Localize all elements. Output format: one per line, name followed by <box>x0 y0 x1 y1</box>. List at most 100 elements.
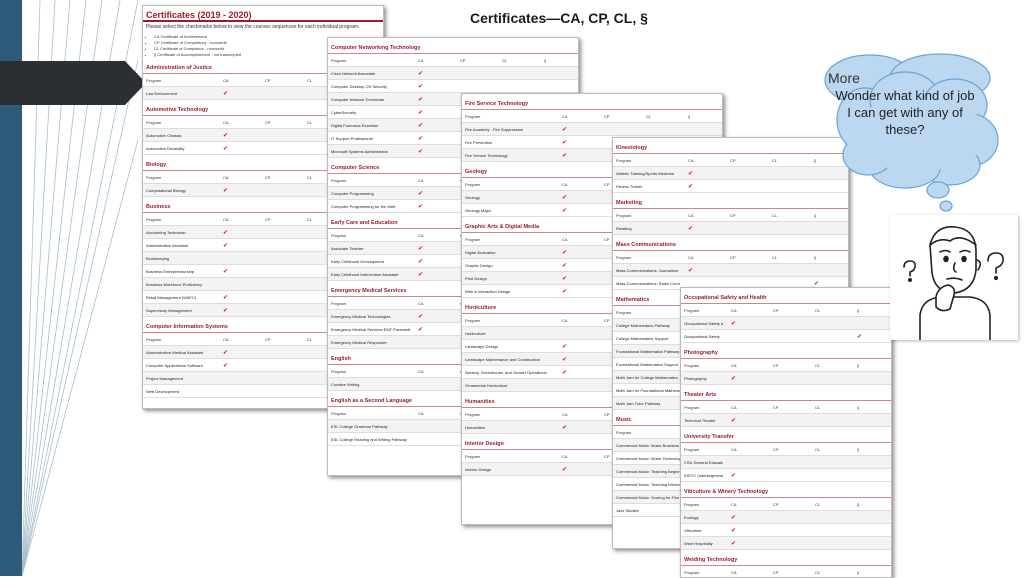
program-name-link[interactable]: Emergency Medical Services EMT Paramedic <box>328 322 410 336</box>
program-name-link[interactable]: Digital Forensics Examiner <box>328 118 410 132</box>
program-name-link[interactable]: Commercial Music: Teaching Intermediate … <box>613 477 680 491</box>
checkmark-icon[interactable]: ✔ <box>723 523 765 537</box>
program-name-link[interactable]: CyberSecurity <box>328 105 410 119</box>
program-name-link[interactable]: Mass Communications: Radio Communication… <box>613 276 680 290</box>
program-name-link[interactable]: CSU General Education Breadth <box>681 455 723 469</box>
checkmark-icon[interactable]: ✔ <box>680 166 722 180</box>
program-name-link[interactable]: ESL College Reading and Writing Pathway <box>328 432 410 446</box>
checkmark-icon[interactable]: ✔ <box>554 148 596 162</box>
program-name-link[interactable]: Enology <box>681 510 723 524</box>
checkmark-icon[interactable]: ✔ <box>554 420 596 434</box>
checkmark-icon[interactable]: ✔ <box>215 303 257 317</box>
program-name-link[interactable]: Horticulture <box>462 326 554 340</box>
program-name-link[interactable]: Interior Design <box>462 462 554 476</box>
program-name-link[interactable]: Early Childhood Intervention Assistant <box>328 267 410 281</box>
program-name-link[interactable]: Fire Academy - Fire Suppression <box>462 122 554 136</box>
program-name-link[interactable]: Emergency Medical Responder <box>328 335 410 349</box>
program-name-link[interactable]: Fire Prevention <box>462 135 554 149</box>
program-name-link[interactable]: Business Workforce Proficiency <box>143 277 215 291</box>
checkmark-icon[interactable]: ✔ <box>723 510 765 524</box>
program-name-link[interactable]: Fire Service Technology <box>462 148 554 162</box>
program-name-link[interactable]: Computer Applications Software <box>143 358 215 372</box>
checkmark-icon[interactable]: ✔ <box>554 365 596 379</box>
checkmark-icon[interactable]: ✔ <box>215 345 257 359</box>
checkmark-icon[interactable]: ✔ <box>554 190 596 204</box>
checkmark-icon[interactable]: ✔ <box>410 267 452 281</box>
program-name-link[interactable]: Early Childhood Development <box>328 254 410 268</box>
program-name-link[interactable]: IT Support Professional <box>328 131 410 145</box>
checkmark-icon[interactable]: ✔ <box>554 245 596 259</box>
program-name-link[interactable]: Math Jam Tutor Pathway <box>613 396 680 410</box>
program-name-link[interactable]: Nursery, Greenhouse, and Grower Operatio… <box>462 365 554 379</box>
program-name-link[interactable]: Retail Management (WAFC) <box>143 290 215 304</box>
program-name-link[interactable]: Business Entrepreneurship <box>143 264 215 278</box>
checkmark-icon[interactable]: ✔ <box>215 141 257 155</box>
program-name-link[interactable]: Mass Communications: Journalism <box>613 263 680 277</box>
checkmark-icon[interactable]: ✔ <box>554 122 596 136</box>
checkmark-icon[interactable]: ✔ <box>215 358 257 372</box>
checkmark-icon[interactable]: ✔ <box>410 322 452 336</box>
checkmark-icon[interactable]: ✔ <box>554 284 596 298</box>
checkmark-icon[interactable]: ✔ <box>215 238 257 252</box>
program-name-link[interactable]: College Mathematics Support <box>613 331 680 345</box>
checkmark-icon[interactable]: ✔ <box>410 254 452 268</box>
program-name-link[interactable]: Commercial Music: Music Technology Funda… <box>613 451 680 465</box>
checkmark-icon[interactable]: ✔ <box>849 329 891 343</box>
checkmark-icon[interactable]: ✔ <box>215 183 257 197</box>
program-name-link[interactable]: Math Jam for College Mathematics <box>613 370 680 384</box>
program-name-link[interactable]: Automotive Chassis <box>143 128 215 142</box>
checkmark-icon[interactable]: ✔ <box>554 462 596 476</box>
program-name-link[interactable]: IGETC (Intersegmental General Education … <box>681 468 723 482</box>
checkmark-icon[interactable]: ✔ <box>410 199 452 213</box>
program-name-link[interactable]: ESL College Grammar Pathway <box>328 419 410 433</box>
program-name-link[interactable]: Math Jam for Foundational Mathematics <box>613 383 680 397</box>
program-name-link[interactable]: Occupational Safety and Health <box>681 316 723 330</box>
program-name-link[interactable]: Emergency Medical Technologies <box>328 309 410 323</box>
program-name-link[interactable]: Administrative Assistant <box>143 238 215 252</box>
program-name-link[interactable]: Commercial Music: Teaching Beginning <box>613 464 680 478</box>
program-name-link[interactable]: Foundational Mathematics Pathway <box>613 344 680 358</box>
program-name-link[interactable]: Commercial Music: Music Business <box>613 438 680 452</box>
program-name-link[interactable]: Web Development <box>143 384 215 398</box>
program-name-link[interactable]: Computer Desktop OS Security <box>328 79 410 93</box>
program-name-link[interactable]: Computer Network Technician <box>328 92 410 106</box>
program-name-link[interactable]: Technical Theater <box>681 413 723 427</box>
program-name-link[interactable]: Graphic Design <box>462 258 554 272</box>
checkmark-icon[interactable]: ✔ <box>410 79 452 93</box>
program-name-link[interactable]: Occupational Safety <box>681 329 723 343</box>
program-name-link[interactable]: Supervisory Management <box>143 303 215 317</box>
checkmark-icon[interactable]: ✔ <box>410 66 452 80</box>
program-name-link[interactable]: Cisco Network Associate <box>328 66 410 80</box>
program-name-link[interactable]: Athletic Training/Sports Medicine <box>613 166 680 180</box>
program-name-link[interactable]: Accounting Technician <box>143 225 215 239</box>
checkmark-icon[interactable]: ✔ <box>723 316 765 330</box>
checkmark-icon[interactable]: ✔ <box>410 118 452 132</box>
program-name-link[interactable]: Microsoft Systems Administrator <box>328 144 410 158</box>
checkmark-icon[interactable]: ✔ <box>723 536 765 550</box>
checkmark-icon[interactable]: ✔ <box>554 339 596 353</box>
checkmark-icon[interactable]: ✔ <box>554 352 596 366</box>
program-name-link[interactable]: Administrative Medical Assistant <box>143 345 215 359</box>
program-name-link[interactable]: Computer Programming for the Web <box>328 199 410 213</box>
program-name-link[interactable]: Bookkeeping <box>143 251 215 265</box>
program-name-link[interactable]: Associate Teacher <box>328 241 410 255</box>
checkmark-icon[interactable]: ✔ <box>410 131 452 145</box>
program-name-link[interactable]: Computer Programming <box>328 186 410 200</box>
checkmark-icon[interactable]: ✔ <box>554 203 596 217</box>
checkmark-icon[interactable]: ✔ <box>410 241 452 255</box>
program-name-link[interactable]: College Mathematics Pathway <box>613 318 680 332</box>
program-name-link[interactable]: Landscape Design <box>462 339 554 353</box>
checkmark-icon[interactable]: ✔ <box>215 225 257 239</box>
checkmark-icon[interactable]: ✔ <box>215 128 257 142</box>
program-name-link[interactable]: Geology <box>462 190 554 204</box>
program-name-link[interactable]: Landscape Maintenance and Construction <box>462 352 554 366</box>
checkmark-icon[interactable]: ✔ <box>410 144 452 158</box>
program-name-link[interactable]: Creative Writing <box>328 377 410 391</box>
checkmark-icon[interactable]: ✔ <box>215 264 257 278</box>
checkmark-icon[interactable]: ✔ <box>723 413 765 427</box>
checkmark-icon[interactable]: ✔ <box>723 371 765 385</box>
program-name-link[interactable]: Fitness Trainer <box>613 179 680 193</box>
program-name-link[interactable]: Jazz Studies <box>613 503 680 517</box>
checkmark-icon[interactable]: ✔ <box>680 263 722 277</box>
checkmark-icon[interactable]: ✔ <box>723 468 765 482</box>
